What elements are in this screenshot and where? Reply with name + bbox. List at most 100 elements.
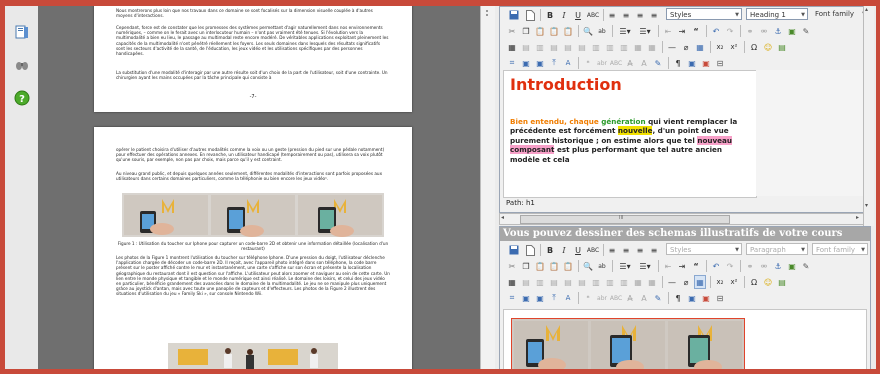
insert-row-after-icon[interactable]: ▤	[562, 275, 574, 289]
format-select[interactable]: Paragraph	[746, 243, 808, 256]
find-icon[interactable]: 🔍	[582, 24, 594, 38]
remove-format-icon[interactable]: ⌀	[680, 40, 692, 54]
italic-button[interactable]: I	[558, 243, 570, 257]
align-justify-icon[interactable]: ≡	[648, 8, 660, 22]
insert-col-before-icon[interactable]: ▥	[590, 40, 602, 54]
visual-aid-icon[interactable]: ▦	[694, 40, 706, 54]
template-icon[interactable]: ▣	[686, 291, 698, 305]
copy-icon[interactable]: ❐	[520, 24, 532, 38]
template-icon[interactable]: ▣	[686, 56, 698, 70]
media-icon[interactable]: ▤	[776, 40, 788, 54]
scroll-down-icon[interactable]: ▾	[865, 202, 868, 209]
paste-text-icon[interactable]: 📋	[548, 24, 560, 38]
align-center-icon[interactable]: ≡	[620, 8, 632, 22]
undo-icon[interactable]: ↶	[710, 24, 722, 38]
unlink-icon[interactable]: ⚮	[758, 259, 770, 273]
insert-layer-icon[interactable]: ⌗	[506, 291, 518, 305]
move-backward-icon[interactable]: ▣	[534, 56, 546, 70]
horizontal-rule-icon[interactable]: —	[666, 40, 678, 54]
table-icon[interactable]: ▦	[506, 40, 518, 54]
anchor-icon[interactable]: ⚓	[772, 24, 784, 38]
insert-col-after-icon[interactable]: ▥	[604, 275, 616, 289]
format-select[interactable]: Heading 1	[746, 8, 808, 21]
subscript-icon[interactable]: x₂	[714, 40, 726, 54]
table-cell-props-icon[interactable]: ▥	[534, 275, 546, 289]
special-char-icon[interactable]: Ω	[748, 40, 760, 54]
insert-row-before-icon[interactable]: ▤	[548, 275, 560, 289]
help-icon[interactable]: ?	[14, 90, 30, 106]
subscript-icon[interactable]: x₂	[714, 275, 726, 289]
acronym-icon[interactable]: ABC	[610, 291, 622, 305]
font-family-select[interactable]: Font family	[812, 243, 868, 256]
delete-col-icon[interactable]: ▥	[618, 40, 630, 54]
paste-text-icon[interactable]: 📋	[548, 259, 560, 273]
absolute-position-icon[interactable]: ⤒	[548, 56, 560, 70]
table-row-props-icon[interactable]: ▤	[520, 40, 532, 54]
bullet-list-icon[interactable]: ☰▾	[616, 24, 634, 38]
preview-icon[interactable]: ▣	[700, 56, 712, 70]
styles-select[interactable]: Styles	[666, 8, 742, 21]
cut-icon[interactable]: ✂	[506, 24, 518, 38]
abbr-icon[interactable]: abr	[596, 291, 608, 305]
superscript-icon[interactable]: x²	[728, 275, 740, 289]
insert-col-before-icon[interactable]: ▥	[590, 275, 602, 289]
redo-icon[interactable]: ↷	[724, 259, 736, 273]
pilcrow-icon[interactable]: ¶	[672, 291, 684, 305]
editor2-content-area[interactable]	[503, 309, 867, 371]
delete-row-icon[interactable]: ▤	[576, 40, 588, 54]
split-cells-icon[interactable]: ▦	[632, 40, 644, 54]
move-forward-icon[interactable]: ▣	[520, 56, 532, 70]
ins-icon[interactable]: A	[638, 291, 650, 305]
delete-row-icon[interactable]: ▤	[576, 275, 588, 289]
embedded-photo-iphone-barcode[interactable]	[511, 318, 745, 370]
abbr-icon[interactable]: abr	[596, 56, 608, 70]
paste-word-icon[interactable]: 📋	[562, 24, 574, 38]
pilcrow-icon[interactable]: ¶	[672, 56, 684, 70]
cleanup-icon[interactable]: ✎	[800, 259, 812, 273]
attribs-icon[interactable]: ✎	[652, 56, 664, 70]
table-cell-props-icon[interactable]: ▥	[534, 40, 546, 54]
numbered-list-icon[interactable]: ☰▾	[636, 259, 654, 273]
attachments-icon[interactable]	[14, 57, 30, 73]
horizontal-scrollbar[interactable]: ◂ III ▸	[499, 213, 865, 225]
align-left-icon[interactable]: ≡	[606, 8, 618, 22]
bullet-list-icon[interactable]: ☰▾	[616, 259, 634, 273]
link-icon[interactable]: ⚭	[744, 24, 756, 38]
emoticons-icon[interactable]: ☺	[762, 275, 774, 289]
image-icon[interactable]: ▣	[786, 259, 798, 273]
paste-icon[interactable]: 📋	[534, 259, 546, 273]
paste-icon[interactable]: 📋	[534, 24, 546, 38]
pdf-document-view[interactable]: Nous montrerons plus loin que nos travau…	[38, 6, 480, 369]
find-icon[interactable]: 🔍	[582, 259, 594, 273]
superscript-icon[interactable]: x²	[728, 40, 740, 54]
vertical-scrollbar[interactable]: ▴ ▾	[863, 6, 874, 226]
del-icon[interactable]: A̶	[624, 291, 636, 305]
move-forward-icon[interactable]: ▣	[520, 291, 532, 305]
anchor-icon[interactable]: ⚓	[772, 259, 784, 273]
insert-row-after-icon[interactable]: ▤	[562, 40, 574, 54]
paste-word-icon[interactable]: 📋	[562, 259, 574, 273]
underline-button[interactable]: U	[572, 8, 584, 22]
unlink-icon[interactable]: ⚮	[758, 24, 770, 38]
strikethrough-button[interactable]: ABC	[586, 8, 600, 22]
pane-splitter[interactable]	[480, 6, 496, 369]
indent-icon[interactable]: ⇥	[676, 259, 688, 273]
delete-col-icon[interactable]: ▥	[618, 275, 630, 289]
scroll-thumb[interactable]: III	[520, 215, 730, 224]
split-cells-icon[interactable]: ▦	[632, 275, 644, 289]
replace-icon[interactable]: ab	[596, 259, 608, 273]
outdent-icon[interactable]: ⇤	[662, 259, 674, 273]
ins-icon[interactable]: A	[638, 56, 650, 70]
strikethrough-button[interactable]: ABC	[586, 243, 600, 257]
redo-icon[interactable]: ↷	[724, 24, 736, 38]
scroll-right-icon[interactable]: ▸	[856, 214, 859, 221]
move-backward-icon[interactable]: ▣	[534, 291, 546, 305]
table-row-props-icon[interactable]: ▤	[520, 275, 532, 289]
cut-icon[interactable]: ✂	[506, 259, 518, 273]
emoticons-icon[interactable]: ☺	[762, 40, 774, 54]
numbered-list-icon[interactable]: ☰▾	[636, 24, 654, 38]
cite-icon[interactable]: ❝	[582, 291, 594, 305]
bold-button[interactable]: B	[544, 243, 556, 257]
bold-button[interactable]: B	[544, 8, 556, 22]
visual-aid-icon[interactable]: ▦	[694, 275, 706, 289]
